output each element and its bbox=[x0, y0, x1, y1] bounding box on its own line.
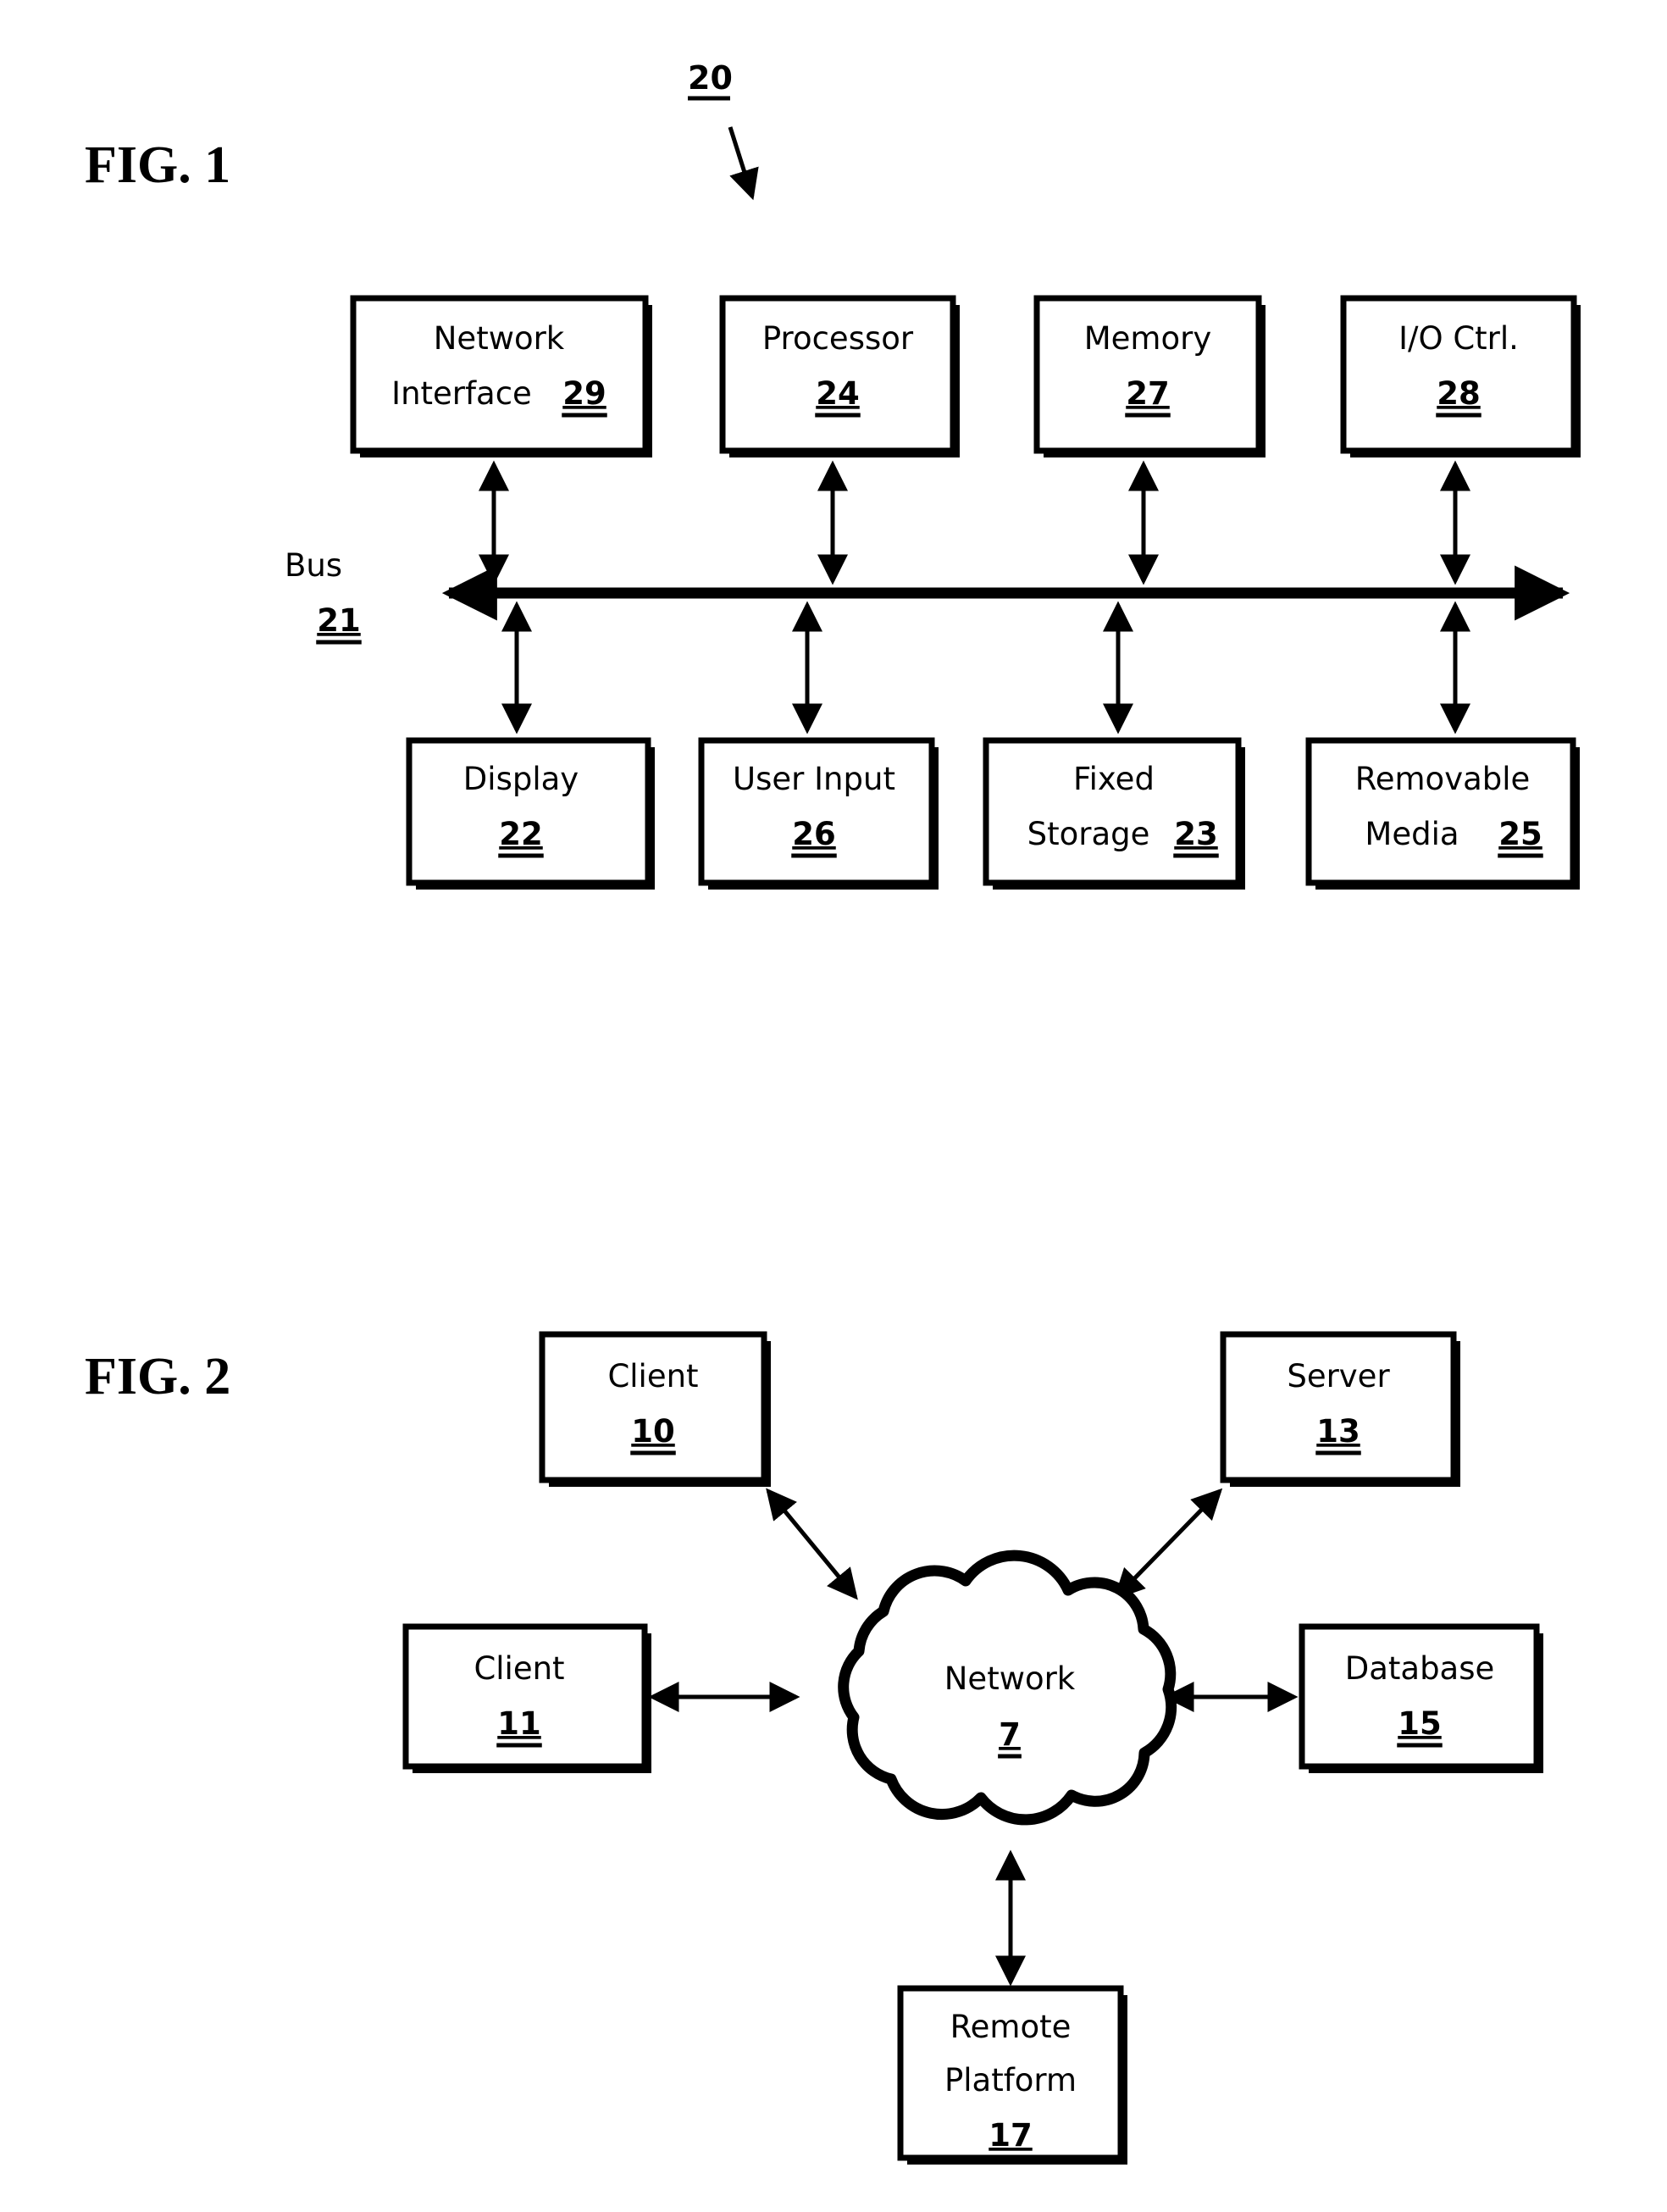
fig2-title: FIG. 2 bbox=[85, 1348, 230, 1405]
user-input-ref: 26 bbox=[792, 816, 836, 852]
removable-media-label-line1: Removable bbox=[1355, 761, 1531, 797]
bus-label: Bus bbox=[285, 547, 342, 584]
connector-client10-network bbox=[766, 1488, 858, 1600]
server-13-box[interactable] bbox=[1220, 1331, 1457, 1483]
fig1-lead-arrow bbox=[728, 126, 759, 201]
network-cloud-ref: 7 bbox=[999, 1716, 1021, 1753]
display-ref: 22 bbox=[499, 816, 543, 852]
diagram-canvas: FIG. 1 20 Network Interface 29 Processor… bbox=[85, 59, 1581, 2165]
network-interface-label-line1: Network bbox=[434, 320, 565, 357]
memory-label-line1: Memory bbox=[1084, 320, 1211, 357]
client-11-label: Client bbox=[474, 1650, 564, 1687]
fixed-storage-label-line1: Fixed bbox=[1073, 761, 1155, 797]
processor-ref: 24 bbox=[816, 375, 860, 412]
client-11-ref: 11 bbox=[497, 1705, 541, 1742]
remote-platform-17-label-line2: Platform bbox=[944, 2062, 1077, 2098]
fig1-lead-number: 20 bbox=[688, 59, 733, 97]
client-10-label: Client bbox=[607, 1358, 698, 1394]
server-13-label: Server bbox=[1287, 1358, 1390, 1394]
client-10-ref: 10 bbox=[631, 1413, 675, 1450]
user-input-label-line1: User Input bbox=[733, 761, 895, 797]
removable-media-ref: 25 bbox=[1498, 816, 1542, 852]
network-cloud[interactable]: Network 7 bbox=[838, 1550, 1177, 1826]
fixed-storage-ref: 23 bbox=[1174, 816, 1218, 852]
memory-ref: 27 bbox=[1126, 375, 1170, 412]
removable-media-label-line2: Media bbox=[1365, 816, 1459, 852]
display-label-line1: Display bbox=[463, 761, 579, 797]
processor-label-line1: Processor bbox=[762, 320, 914, 357]
server-13-ref: 13 bbox=[1316, 1413, 1360, 1450]
network-interface-ref: 29 bbox=[562, 375, 606, 412]
fixed-storage-label-line2: Storage bbox=[1027, 816, 1150, 852]
connector-server13-network bbox=[1113, 1488, 1223, 1600]
patent-drawing-sheet: FIG. 1 20 Network Interface 29 Processor… bbox=[0, 0, 1667, 2212]
io-ctrl-label-line1: I/O Ctrl. bbox=[1398, 320, 1519, 357]
remote-platform-17-ref: 17 bbox=[989, 2117, 1033, 2154]
network-cloud-label: Network bbox=[944, 1660, 1076, 1697]
bus-ref: 21 bbox=[317, 602, 361, 639]
network-interface-label-line2: Interface bbox=[391, 375, 532, 412]
database-15-ref: 15 bbox=[1398, 1705, 1442, 1742]
fig1-title: FIG. 1 bbox=[85, 136, 230, 194]
database-15-label: Database bbox=[1345, 1650, 1495, 1687]
io-ctrl-ref: 28 bbox=[1437, 375, 1481, 412]
client-10-box[interactable] bbox=[539, 1331, 767, 1483]
remote-platform-17-label-line1: Remote bbox=[950, 2009, 1072, 2045]
